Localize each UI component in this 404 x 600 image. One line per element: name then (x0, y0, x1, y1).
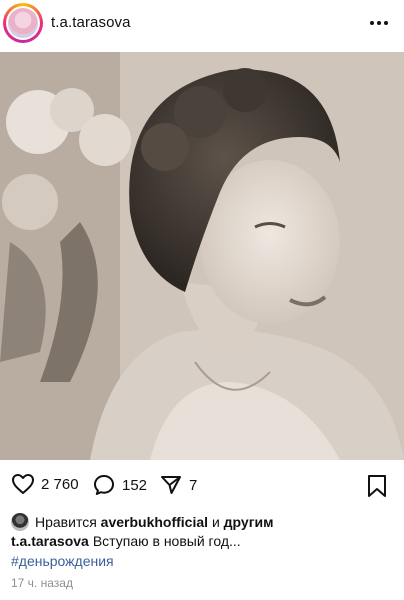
bookmark-icon (368, 475, 386, 497)
like-button[interactable]: 2 760 (11, 473, 79, 495)
liked-by-conjunction: и (211, 514, 220, 530)
liked-by-prefix: Нравится (35, 514, 97, 530)
post-photo[interactable] (0, 52, 404, 460)
liked-by-line[interactable]: Нравится averbukhofficial и другим (11, 512, 274, 532)
post-username[interactable]: t.a.tarasova (51, 14, 131, 31)
comment-button[interactable]: 152 (92, 473, 147, 497)
share-button[interactable]: 7 (159, 473, 197, 497)
caption-username[interactable]: t.a.tarasova (11, 533, 89, 549)
post-timestamp: 17 ч. назад (11, 576, 73, 590)
send-icon (161, 476, 181, 494)
post-header: t.a.tarasova (0, 0, 404, 48)
post-caption: t.a.tarasova Вступаю в новый год... (11, 533, 241, 549)
portrait-image (0, 52, 404, 460)
profile-avatar[interactable] (3, 3, 43, 43)
heart-icon (12, 474, 34, 494)
liked-by-user[interactable]: averbukhofficial (101, 514, 208, 530)
post-actions: 2 760 152 7 (0, 468, 404, 502)
caption-text: Вступаю в новый год... (92, 533, 241, 549)
shares-count: 7 (189, 476, 198, 494)
liked-by-others[interactable]: другим (224, 514, 274, 530)
save-button[interactable] (366, 474, 388, 503)
liker-avatar (11, 513, 29, 531)
hashtag-link[interactable]: #деньрождения (11, 553, 114, 569)
comment-icon (94, 475, 114, 495)
comments-count: 152 (122, 476, 148, 494)
likes-count: 2 760 (41, 475, 79, 493)
more-horizontal-icon[interactable] (370, 21, 390, 27)
